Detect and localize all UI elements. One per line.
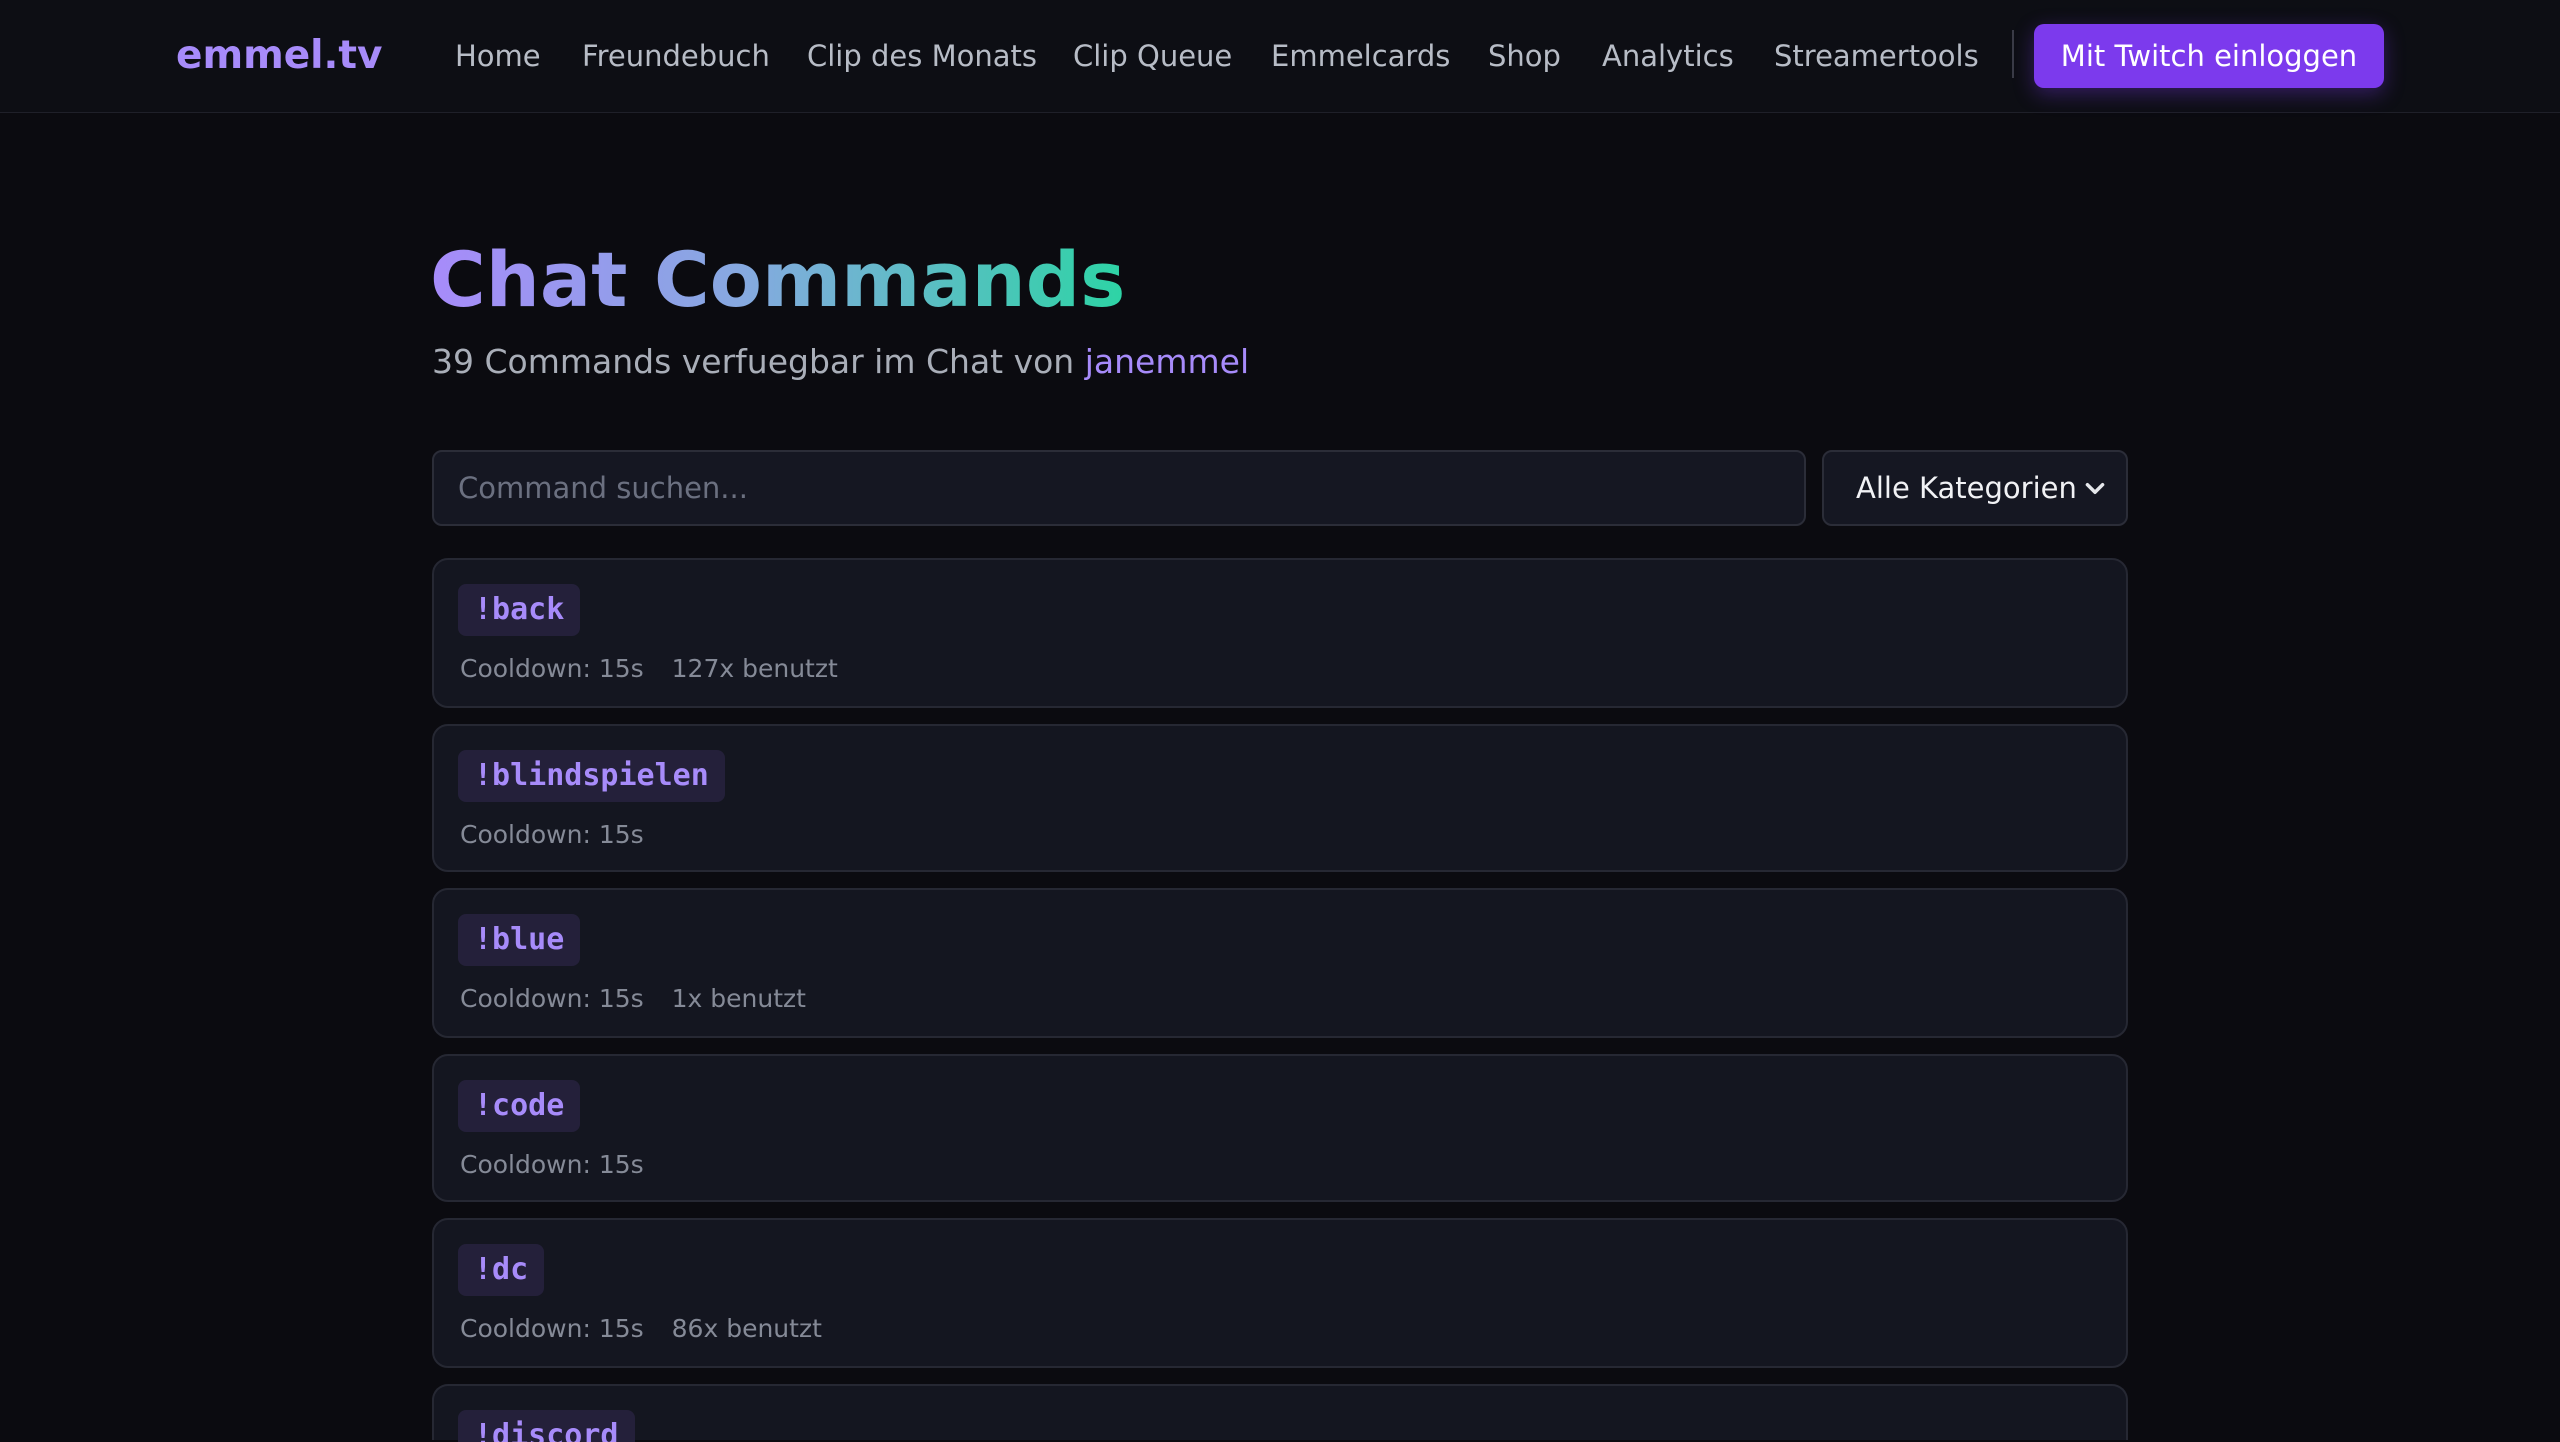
category-select-value: Alle Kategorien bbox=[1856, 471, 2077, 505]
twitch-login-button[interactable]: Mit Twitch einloggen bbox=[2034, 24, 2384, 88]
category-select[interactable]: Alle Kategorien bbox=[1822, 450, 2128, 526]
command-cooldown: Cooldown: 15s bbox=[460, 654, 644, 683]
command-meta: Cooldown: 15s 127x benutzt bbox=[460, 652, 838, 686]
command-name: !back bbox=[458, 584, 581, 636]
command-cooldown: Cooldown: 15s bbox=[460, 984, 644, 1013]
nav-divider bbox=[2012, 30, 2014, 78]
command-meta: Cooldown: 15s 1x benutzt bbox=[460, 982, 806, 1016]
command-meta: Cooldown: 15s bbox=[460, 818, 644, 852]
command-search-input[interactable] bbox=[432, 450, 1806, 526]
command-usage-count: 1x benutzt bbox=[671, 984, 806, 1013]
command-card[interactable]: !discord bbox=[432, 1384, 2128, 1442]
command-meta: Cooldown: 15s 86x benutzt bbox=[460, 1312, 822, 1346]
nav-item-home[interactable]: Home bbox=[455, 28, 541, 84]
command-name: !code bbox=[458, 1080, 581, 1132]
command-name: !blindspielen bbox=[458, 750, 725, 802]
streamer-name-link[interactable]: janemmel bbox=[1085, 342, 1249, 381]
nav-item-freundebuch[interactable]: Freundebuch bbox=[582, 28, 770, 84]
subtitle-count-text: 39 Commands verfuegbar im Chat von bbox=[432, 342, 1075, 381]
command-card[interactable]: !blue Cooldown: 15s 1x benutzt bbox=[432, 888, 2128, 1038]
command-name: !discord bbox=[458, 1410, 635, 1442]
command-cooldown: Cooldown: 15s bbox=[460, 1150, 644, 1179]
command-name: !dc bbox=[458, 1244, 545, 1296]
nav-item-clip-des-monats[interactable]: Clip des Monats bbox=[807, 28, 1037, 84]
command-cooldown: Cooldown: 15s bbox=[460, 1314, 644, 1343]
command-card[interactable]: !code Cooldown: 15s bbox=[432, 1054, 2128, 1202]
nav-item-clip-queue[interactable]: Clip Queue bbox=[1073, 28, 1232, 84]
site-logo[interactable]: emmel.tv bbox=[176, 28, 382, 84]
page-subtitle: 39 Commands verfuegbar im Chat von janem… bbox=[432, 338, 1249, 386]
nav-item-shop[interactable]: Shop bbox=[1488, 28, 1561, 84]
command-card[interactable]: !dc Cooldown: 15s 86x benutzt bbox=[432, 1218, 2128, 1368]
nav-item-emmelcards[interactable]: Emmelcards bbox=[1271, 28, 1450, 84]
command-meta: Cooldown: 15s bbox=[460, 1148, 644, 1182]
command-usage-count: 86x benutzt bbox=[671, 1314, 822, 1343]
command-cooldown: Cooldown: 15s bbox=[460, 820, 644, 849]
nav-item-streamertools[interactable]: Streamertools bbox=[1774, 28, 1979, 84]
top-navigation-bar: emmel.tv Home Freundebuch Clip des Monat… bbox=[0, 0, 2560, 113]
command-card[interactable]: !back Cooldown: 15s 127x benutzt bbox=[432, 558, 2128, 708]
command-card[interactable]: !blindspielen Cooldown: 15s bbox=[432, 724, 2128, 872]
page-title: Chat Commands bbox=[430, 232, 1125, 328]
command-name: !blue bbox=[458, 914, 581, 966]
nav-item-analytics[interactable]: Analytics bbox=[1602, 28, 1734, 84]
command-usage-count: 127x benutzt bbox=[671, 654, 838, 683]
chevron-down-icon bbox=[2085, 482, 2105, 494]
